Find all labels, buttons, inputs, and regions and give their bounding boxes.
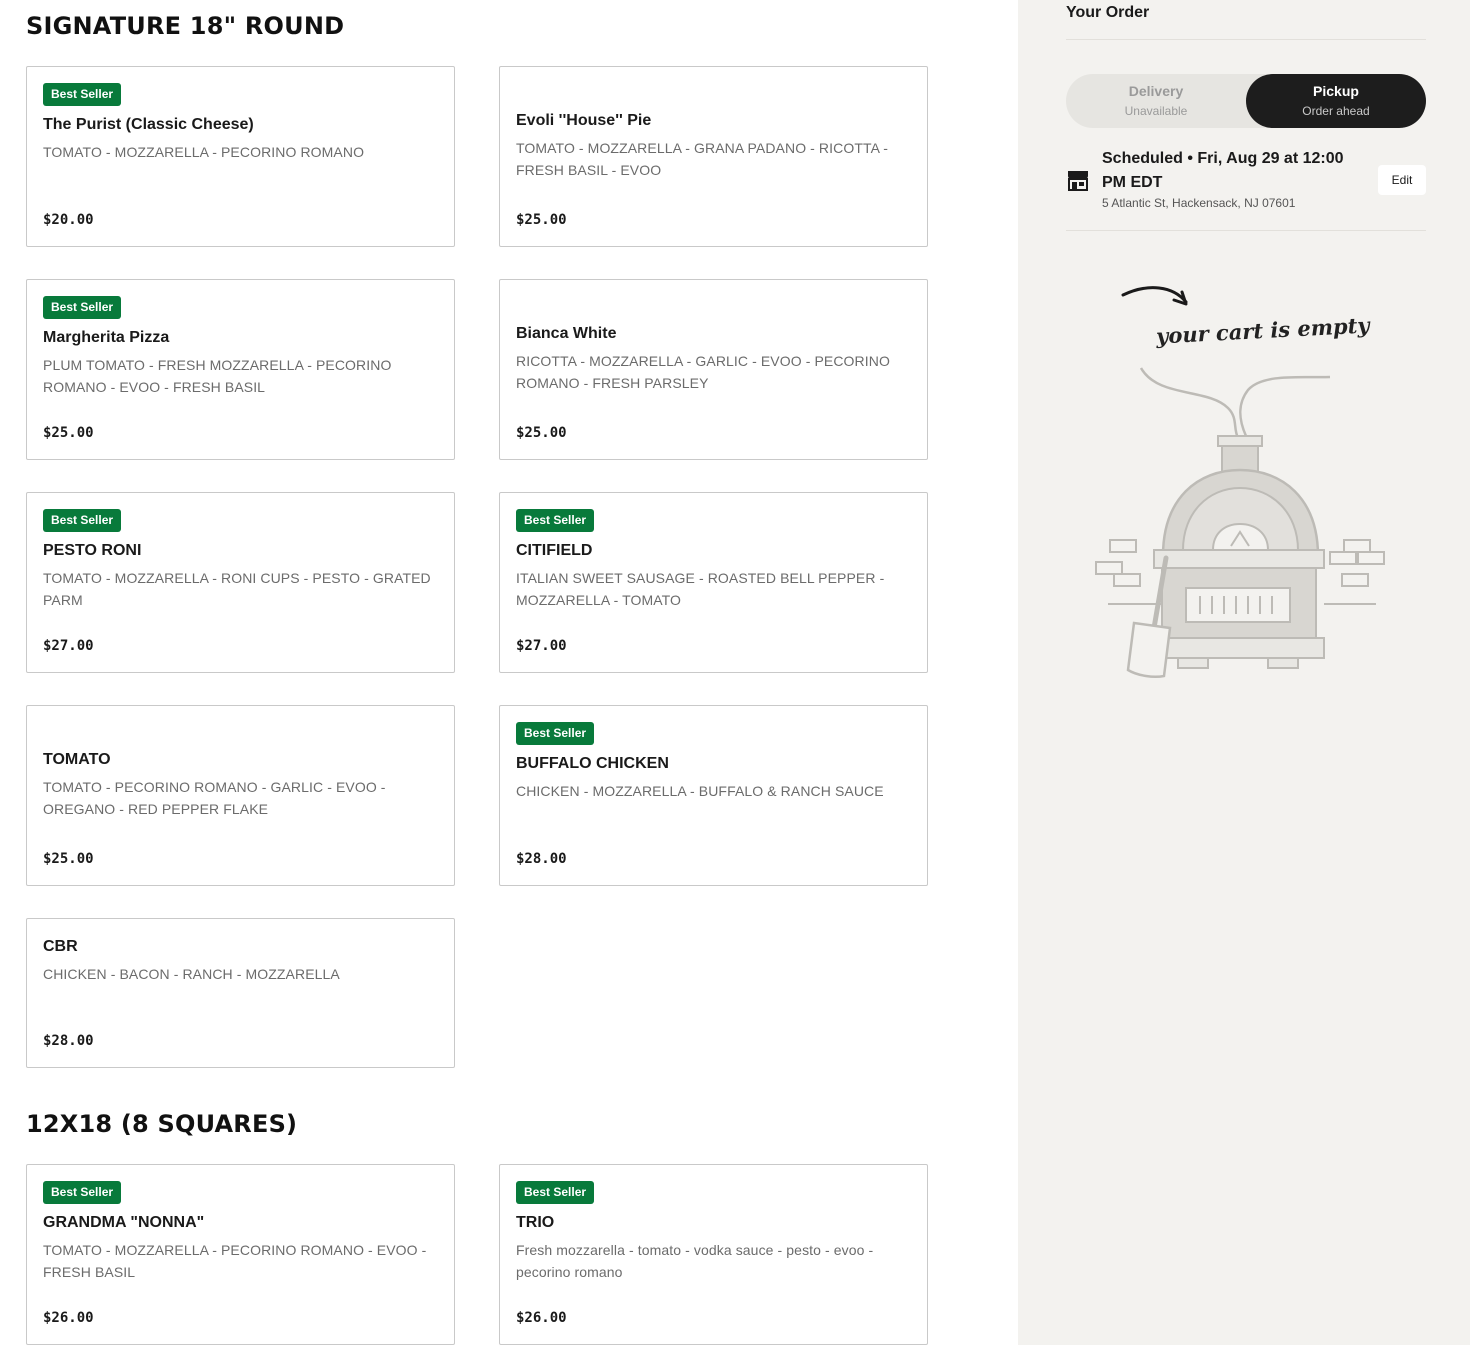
item-price: $20.00 (43, 212, 94, 228)
item-description: ITALIAN SWEET SAUSAGE - ROASTED BELL PEP… (516, 570, 885, 608)
best-seller-badge: Best Seller (516, 1181, 595, 1204)
item-description: TOMATO - MOZZARELLA - PECORINO ROMANO (43, 144, 365, 160)
item-description: TOMATO - MOZZARELLA - GRANA PADANO - RIC… (516, 140, 889, 178)
item-name: Bianca White (516, 325, 617, 342)
item-name: GRANDMA "NONNA" (43, 1214, 205, 1231)
item-price: $28.00 (516, 851, 567, 867)
item-price: $28.00 (43, 1033, 94, 1049)
pickup-address: 5 Atlantic St, Hackensack, NJ 07601 (1102, 196, 1296, 210)
edit-schedule-button[interactable]: Edit (1378, 165, 1426, 195)
item-name: The Purist (Classic Cheese) (43, 116, 254, 133)
menu-item-card[interactable]: Best Seller BUFFALO CHICKEN CHICKEN - MO… (499, 705, 928, 886)
divider (1066, 230, 1426, 231)
item-name: BUFFALO CHICKEN (516, 755, 669, 772)
best-seller-badge: Best Seller (43, 83, 122, 106)
menu-item-card[interactable]: Best Seller PESTO RONI TOMATO - MOZZAREL… (26, 492, 455, 673)
item-price: $25.00 (43, 851, 94, 867)
menu-item-card[interactable]: Evoli ''House'' Pie TOMATO - MOZZARELLA … (499, 66, 928, 247)
schedule-title: Scheduled • Fri, Aug 29 at 12:00 PM EDT (1102, 150, 1344, 191)
menu-item-card[interactable]: TOMATO TOMATO - PECORINO ROMANO - GARLIC… (26, 705, 455, 886)
best-seller-badge: Best Seller (516, 722, 595, 745)
item-price: $25.00 (516, 425, 567, 441)
delivery-label: Delivery (1128, 83, 1184, 99)
item-description: RICOTTA - MOZZARELLA - GARLIC - EVOO - P… (516, 353, 890, 391)
section-title: 12X18 (8 SQUARES) (26, 1110, 298, 1138)
menu-item-card[interactable]: Best Seller The Purist (Classic Cheese) … (26, 66, 455, 247)
best-seller-badge: Best Seller (43, 509, 122, 532)
item-description: TOMATO - MOZZARELLA - PECORINO ROMANO - … (43, 1242, 427, 1280)
order-sidebar: Your Order Delivery Unavailable Pickup O… (1018, 0, 1470, 1345)
menu-item-card[interactable]: CBR CHICKEN - BACON - RANCH - MOZZARELLA… (26, 918, 455, 1068)
item-description: Fresh mozzarella - tomato - vodka sauce … (516, 1242, 874, 1280)
menu-item-card[interactable]: Best Seller TRIO Fresh mozzarella - toma… (499, 1164, 928, 1345)
item-name: PESTO RONI (43, 542, 142, 559)
item-name: TOMATO (43, 751, 111, 768)
menu-item-card[interactable]: Best Seller GRANDMA "NONNA" TOMATO - MOZ… (26, 1164, 455, 1345)
item-price: $26.00 (516, 1310, 567, 1326)
item-description: TOMATO - MOZZARELLA - RONI CUPS - PESTO … (43, 570, 431, 608)
item-description: PLUM TOMATO - FRESH MOZZARELLA - PECORIN… (43, 357, 392, 395)
divider (1066, 39, 1426, 40)
best-seller-badge: Best Seller (43, 296, 122, 319)
menu-item-card[interactable]: Best Seller CITIFIELD ITALIAN SWEET SAUS… (499, 492, 928, 673)
delivery-sublabel: Unavailable (1124, 104, 1188, 118)
order-title: Your Order (1066, 4, 1150, 21)
storefront-icon (1068, 171, 1088, 191)
item-name: CITIFIELD (516, 542, 593, 559)
item-price: $27.00 (516, 638, 567, 654)
delivery-option[interactable]: Delivery Unavailable (1066, 74, 1246, 128)
menu-item-card[interactable]: Best Seller Margherita Pizza PLUM TOMATO… (26, 279, 455, 460)
item-price: $27.00 (43, 638, 94, 654)
item-price: $25.00 (43, 425, 94, 441)
fulfillment-toggle: Delivery Unavailable Pickup Order ahead (1066, 74, 1426, 128)
item-description: CHICKEN - BACON - RANCH - MOZZARELLA (43, 966, 340, 982)
item-description: TOMATO - PECORINO ROMANO - GARLIC - EVOO… (43, 779, 386, 817)
item-name: CBR (43, 938, 78, 955)
item-price: $25.00 (516, 212, 567, 228)
item-name: Margherita Pizza (43, 329, 170, 346)
menu-panel: SIGNATURE 18" ROUND Best Seller The Puri… (0, 0, 1018, 1345)
item-price: $26.00 (43, 1310, 94, 1326)
pickup-sublabel: Order ahead (1302, 104, 1370, 118)
item-name: TRIO (516, 1214, 555, 1231)
section-title: SIGNATURE 18" ROUND (26, 12, 345, 40)
best-seller-badge: Best Seller (43, 1181, 122, 1204)
pickup-label: Pickup (1313, 83, 1359, 99)
item-description: CHICKEN - MOZZARELLA - BUFFALO & RANCH S… (516, 783, 884, 799)
item-name: Evoli ''House'' Pie (516, 112, 652, 129)
best-seller-badge: Best Seller (516, 509, 595, 532)
pickup-option[interactable]: Pickup Order ahead (1246, 74, 1426, 128)
menu-item-card[interactable]: Bianca White RICOTTA - MOZZARELLA - GARL… (499, 279, 928, 460)
